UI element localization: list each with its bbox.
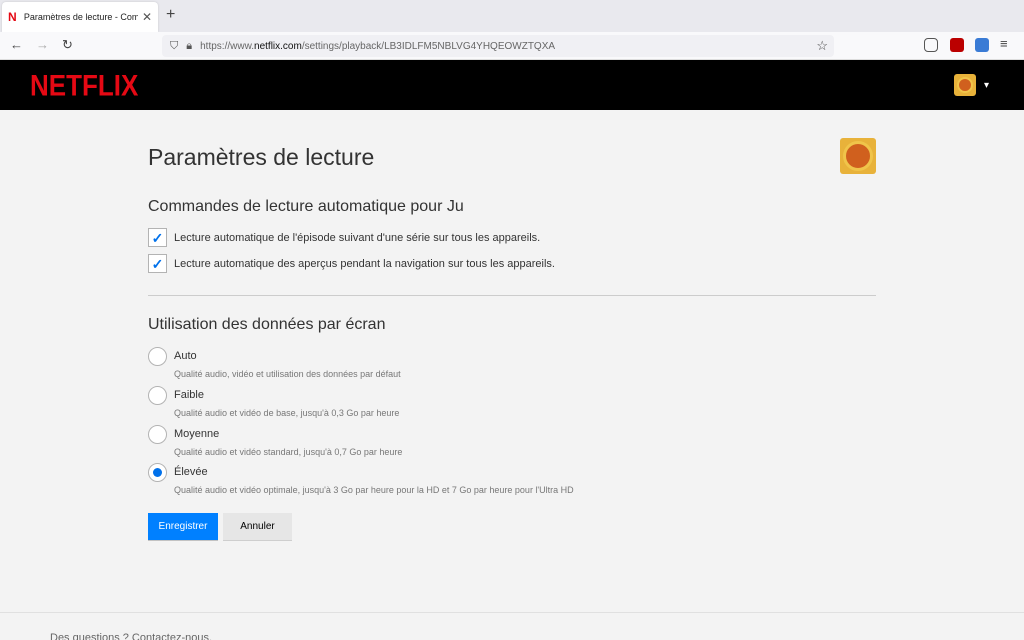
radio-auto[interactable]	[148, 347, 167, 366]
autoplay-next-episode-label: Lecture automatique de l'épisode suivant…	[174, 231, 541, 244]
autoplay-previews-checkbox[interactable]: ✓	[148, 254, 167, 273]
autoplay-next-episode-checkbox[interactable]: ✓	[148, 228, 167, 247]
footer-contact-link[interactable]: Des questions ? Contactez-nous.	[50, 632, 212, 640]
radio-description: Qualité audio et vidéo optimale, jusqu'à…	[174, 485, 574, 495]
pocket-icon[interactable]	[924, 38, 938, 52]
netflix-header: NETFLIX ▾	[0, 60, 1024, 110]
autoplay-previews-row[interactable]: ✓ Lecture automatique des aperçus pendan…	[148, 254, 555, 273]
back-arrow-icon[interactable]: ←	[10, 37, 23, 52]
checkmark-icon: ✓	[151, 229, 164, 246]
radio-medium[interactable]	[148, 425, 167, 444]
url-text: https://www.netflix.com/settings/playbac…	[200, 40, 556, 52]
radio-label: Élevée	[174, 466, 208, 478]
profile-caret-icon[interactable]: ▾	[984, 80, 989, 91]
browser-nav-bar: ← → ↻ ⛉ 🔒︎ https://www.netflix.com/setti…	[0, 32, 1024, 60]
save-button[interactable]: Enregistrer	[148, 513, 218, 540]
reload-icon[interactable]: ↻	[62, 37, 73, 53]
checkmark-icon: ✓	[151, 255, 164, 272]
menu-hamburger-icon[interactable]: ≡	[1000, 36, 1008, 51]
radio-label: Moyenne	[174, 428, 220, 440]
radio-label: Faible	[174, 389, 204, 401]
autoplay-previews-label: Lecture automatique des aperçus pendant …	[174, 257, 555, 270]
section-divider	[148, 295, 876, 296]
radio-low[interactable]	[148, 386, 167, 405]
radio-high[interactable]	[148, 463, 167, 482]
data-usage-section-title: Utilisation des données par écran	[148, 316, 386, 333]
radio-description: Qualité audio et vidéo standard, jusqu'à…	[174, 447, 403, 457]
netflix-favicon-icon: N	[8, 10, 17, 24]
shield-icon[interactable]: ⛉	[170, 40, 178, 53]
bookmark-star-icon[interactable]: ☆	[816, 38, 828, 54]
close-tab-icon[interactable]: ✕	[142, 10, 152, 24]
lock-icon[interactable]: 🔒︎	[186, 40, 192, 53]
extension-icon[interactable]	[975, 38, 989, 52]
ublock-icon[interactable]	[950, 38, 964, 52]
browser-tab-bar: N Paramètres de lecture - Compte ✕ +	[0, 0, 1024, 32]
page-title: Paramètres de lecture	[148, 144, 375, 170]
address-bar[interactable]: ⛉ 🔒︎ https://www.netflix.com/settings/pl…	[162, 35, 834, 57]
profile-avatar[interactable]	[954, 74, 976, 96]
autoplay-section-title: Commandes de lecture automatique pour Ju	[148, 198, 464, 215]
browser-tab[interactable]: N Paramètres de lecture - Compte ✕	[2, 2, 158, 32]
tab-title: Paramètres de lecture - Compte	[23, 12, 138, 22]
netflix-logo[interactable]: NETFLIX	[30, 68, 138, 104]
footer-divider	[0, 612, 1024, 613]
profile-avatar-large	[840, 138, 876, 174]
new-tab-button[interactable]: +	[166, 6, 175, 24]
radio-label: Auto	[174, 350, 197, 362]
radio-description: Qualité audio, vidéo et utilisation des …	[174, 369, 401, 379]
forward-arrow-icon[interactable]: →	[36, 37, 49, 52]
autoplay-next-episode-row[interactable]: ✓ Lecture automatique de l'épisode suiva…	[148, 228, 540, 247]
radio-description: Qualité audio et vidéo de base, jusqu'à …	[174, 408, 400, 418]
cancel-button[interactable]: Annuler	[223, 513, 292, 540]
